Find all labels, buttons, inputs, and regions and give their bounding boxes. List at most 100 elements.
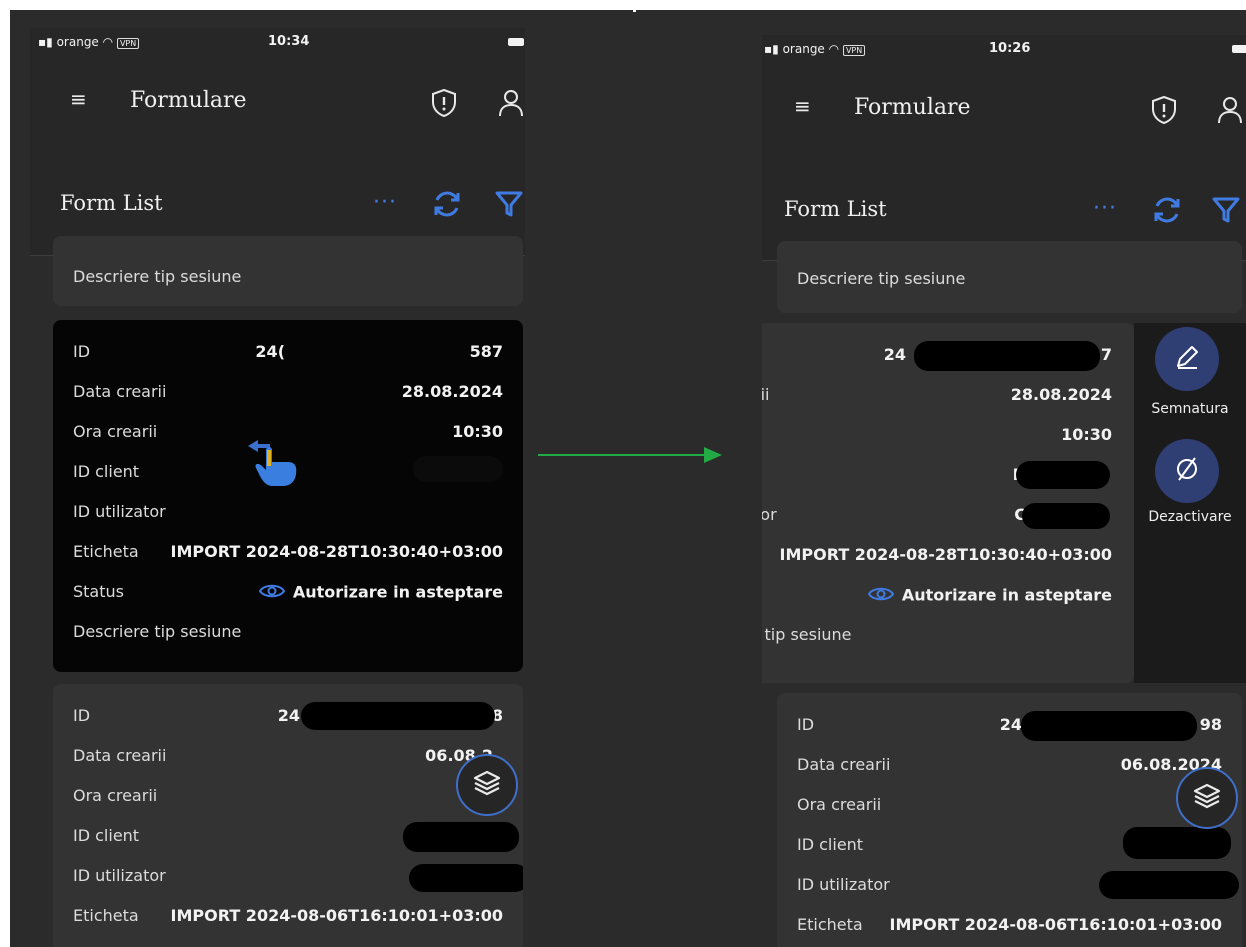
id-value-end: 98 xyxy=(1199,715,1222,734)
row-label: Eticheta xyxy=(797,915,863,934)
shield-icon[interactable] xyxy=(1150,95,1178,129)
card-row-time: Ora crearii xyxy=(797,795,1222,823)
redaction-mark xyxy=(409,864,523,892)
user-icon[interactable] xyxy=(1217,95,1243,129)
row-label: Descriere tip sesiune xyxy=(73,267,242,286)
form-card[interactable]: ID 24 8 Data crearii 06.08.2 Ora crearii… xyxy=(53,684,523,947)
card-row-time: Ora crearii xyxy=(73,786,503,814)
id-value-start: 24 xyxy=(883,345,906,364)
card-row-label: Eticheta IMPORT 2024-08-06T16:10:01+03:0… xyxy=(73,906,503,934)
row-label: Ora crearii xyxy=(73,786,158,805)
layers-fab[interactable] xyxy=(456,754,518,816)
status-value: Autorizare in asteptare xyxy=(258,582,503,604)
layers-fab[interactable] xyxy=(1176,767,1238,829)
status-text: Autorizare in asteptare xyxy=(901,585,1112,605)
arrow-right-icon xyxy=(538,444,724,470)
clock: 10:26 xyxy=(989,41,1031,56)
status-bar: ▪▮ orange ◠ VPN 10:26 xyxy=(762,35,1246,69)
pen-icon xyxy=(1173,343,1201,375)
form-card-partial[interactable]: Descriere tip sesiune xyxy=(777,241,1242,313)
filter-icon[interactable] xyxy=(1211,195,1241,229)
status-text: Autorizare in asteptare xyxy=(292,582,503,602)
more-icon[interactable]: ··· xyxy=(1093,196,1117,221)
clock: 10:34 xyxy=(268,34,310,49)
deactivate-label[interactable]: Dezactivare xyxy=(1130,509,1246,525)
row-value: 28.08.2024 xyxy=(1010,385,1112,404)
carrier-info: ▪▮ orange ◠ VPN xyxy=(38,35,140,49)
vpn-badge: VPN xyxy=(116,38,140,49)
row-label: ID utilizator xyxy=(73,866,166,885)
user-icon[interactable] xyxy=(498,88,524,122)
layers-icon xyxy=(1192,781,1222,815)
app-bar: ≡ Formulare xyxy=(762,87,1246,137)
row-label: Eticheta xyxy=(73,542,139,561)
row-label: ID client xyxy=(797,835,864,854)
card-row-date: Data crearii 06.08.2 xyxy=(73,746,503,774)
row-label: Data crearii xyxy=(73,382,167,401)
wifi-icon: ◠ xyxy=(828,42,840,56)
row-label: Data crearii xyxy=(797,755,891,774)
card-row-status: Status Autorizare in asteptare xyxy=(73,582,503,610)
card-row-description: Descriere tip sesiune xyxy=(73,622,503,650)
card-row-label: Eticheta IMPORT 2024-08-06T16:10:01+03:0… xyxy=(797,915,1222,943)
row-label: Ora crearii xyxy=(797,795,882,814)
form-card-active[interactable]: ID 24( 587 Data crearii 28.08.2024 Ora c… xyxy=(53,320,523,672)
row-label: Eticheta xyxy=(73,906,139,925)
redaction-mark xyxy=(301,702,495,730)
form-list: Descriere tip sesiune 24 7 rii 28.08.202… xyxy=(762,241,1246,947)
redaction-mark xyxy=(1099,871,1239,899)
list-title: Form List xyxy=(60,191,163,215)
row-label: ID xyxy=(73,342,91,361)
menu-icon[interactable]: ≡ xyxy=(794,94,811,118)
form-list: Descriere tip sesiune ID 24( 587 Data cr… xyxy=(30,236,525,947)
filter-icon[interactable] xyxy=(494,189,524,223)
row-label: Descriere tip sesiune xyxy=(797,269,966,288)
row-label: ID xyxy=(797,715,815,734)
row-label: : tip sesiune xyxy=(762,625,852,644)
form-card-swiped[interactable]: 24 7 rii 28.08.2024 ii 10:30 N tor C IMP xyxy=(762,323,1134,683)
row-label: ID client xyxy=(73,462,140,481)
form-card-partial[interactable]: Descriere tip sesiune xyxy=(53,236,523,306)
refresh-icon[interactable] xyxy=(1151,194,1183,230)
row-label: ID utilizator xyxy=(73,502,166,521)
swipe-actions-panel: Semnatura Dezactivare xyxy=(1134,323,1246,683)
row-value: 10:30 xyxy=(1061,425,1112,444)
card-row-date: Data crearii 28.08.2024 xyxy=(73,382,503,410)
eye-icon xyxy=(258,582,286,604)
signal-icon: ▪▮ xyxy=(764,42,779,56)
row-value: IMPORT 2024-08-28T10:30:40+03:00 xyxy=(170,542,503,561)
battery-icon xyxy=(508,38,524,46)
id-value-start: 24( xyxy=(255,342,285,361)
swipe-hand-icon xyxy=(244,436,300,492)
row-label: Status xyxy=(73,582,124,601)
more-icon[interactable]: ··· xyxy=(373,190,397,215)
row-label: ii xyxy=(762,425,763,444)
deactivate-button[interactable] xyxy=(1155,439,1219,503)
row-label: Data crearii xyxy=(73,746,167,765)
card-row-status: Autorizare in asteptare xyxy=(762,585,1112,613)
shield-icon[interactable] xyxy=(430,88,458,122)
app-bar: ≡ Formulare xyxy=(30,80,525,130)
row-label: ID xyxy=(73,706,91,725)
row-value: 28.08.2024 xyxy=(401,382,503,401)
signature-button[interactable] xyxy=(1155,327,1219,391)
wifi-icon: ◠ xyxy=(102,35,114,49)
card-row-date: Data crearii 06.08.2024 xyxy=(797,755,1222,783)
app-title: Formulare xyxy=(130,88,247,113)
card-row-label: IMPORT 2024-08-28T10:30:40+03:00 xyxy=(762,545,1112,573)
status-bar: ▪▮ orange ◠ VPN 10:34 xyxy=(30,28,525,62)
id-value-start: 24 xyxy=(277,706,300,725)
card-row-label: Eticheta IMPORT 2024-08-28T10:30:40+03:0… xyxy=(73,542,503,570)
menu-icon[interactable]: ≡ xyxy=(70,87,87,111)
eye-icon xyxy=(867,585,895,607)
right-phone-screen: ▪▮ orange ◠ VPN 10:26 ≡ Formulare Form L… xyxy=(762,35,1246,947)
row-label: tor xyxy=(762,505,777,524)
form-card[interactable]: ID 24 98 Data crearii 06.08.2024 Ora cre… xyxy=(777,693,1242,947)
layers-icon xyxy=(472,768,502,802)
card-row-description: : tip sesiune xyxy=(762,625,1112,653)
card-row-user: ID utilizator xyxy=(73,502,503,530)
signature-label[interactable]: Semnatura xyxy=(1130,401,1246,417)
refresh-icon[interactable] xyxy=(431,188,463,224)
left-phone-screen: ▪▮ orange ◠ VPN 10:34 ≡ Formulare Form L… xyxy=(30,28,525,947)
carrier-name: orange xyxy=(782,42,825,56)
